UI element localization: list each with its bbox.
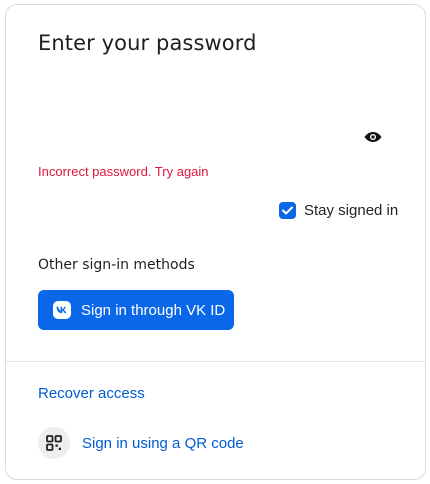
divider [6,361,425,362]
checkbox-checked-icon[interactable] [279,202,296,219]
vk-logo-icon [53,301,71,319]
error-message: Incorrect password. Try again [38,164,209,179]
recover-access-link[interactable]: Recover access [38,385,145,402]
eye-icon[interactable] [363,128,383,146]
vk-signin-button[interactable]: Sign in through VK ID [38,290,234,330]
page-title: Enter your password [38,31,257,55]
qr-code-icon[interactable] [38,427,70,459]
qr-signin-link[interactable]: Sign in using a QR code [38,427,244,459]
other-methods-heading: Other sign-in methods [38,257,195,273]
qr-signin-label[interactable]: Sign in using a QR code [82,435,244,452]
password-field[interactable] [38,115,390,159]
stay-signed-in-checkbox[interactable]: Stay signed in [279,202,398,219]
signin-card: Enter your password Incorrect password. … [5,4,426,480]
vk-signin-label: Sign in through VK ID [81,301,226,319]
stay-signed-in-label[interactable]: Stay signed in [304,202,398,219]
password-input[interactable] [38,115,358,159]
